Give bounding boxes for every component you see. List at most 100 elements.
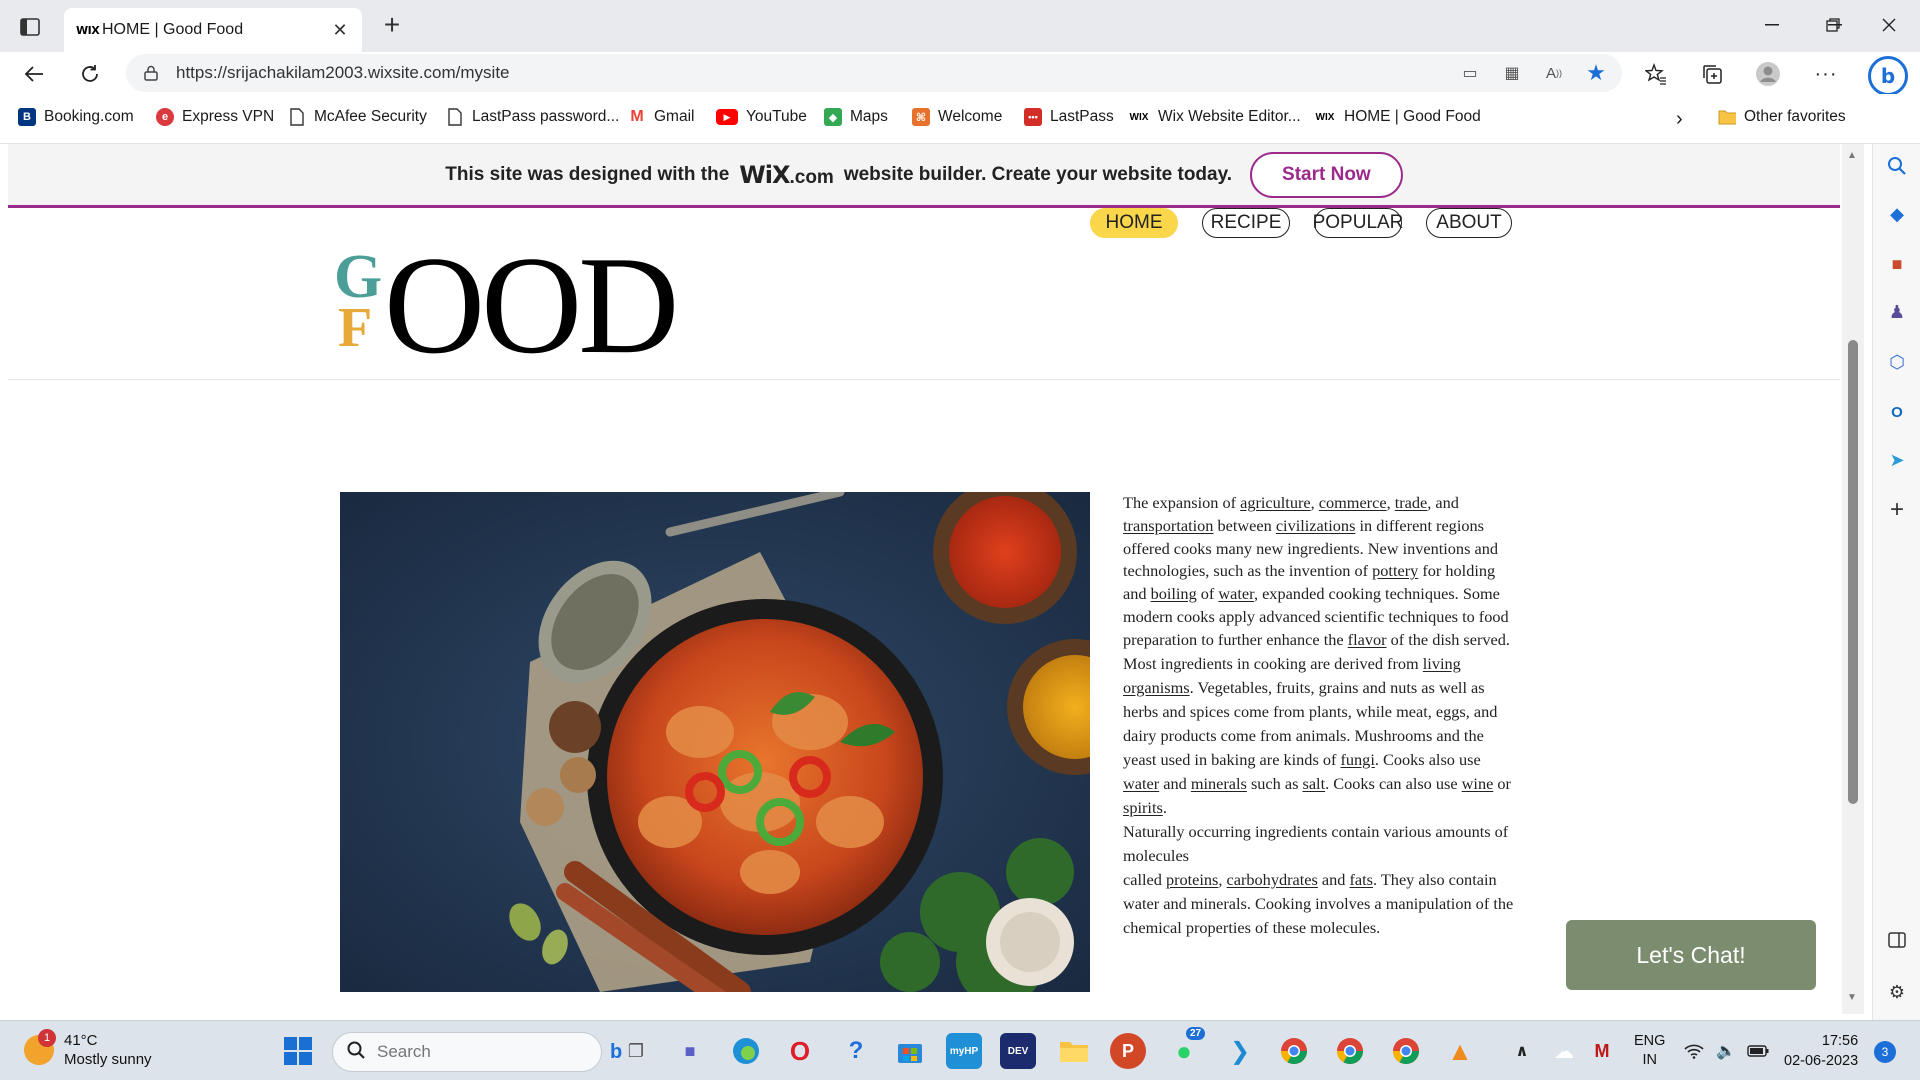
link-pottery[interactable]: pottery <box>1372 561 1418 580</box>
link-fungi[interactable]: fungi <box>1340 750 1374 769</box>
link-spirits[interactable]: spirits <box>1123 798 1163 817</box>
dev-home-icon[interactable]: DEV <box>1000 1033 1036 1069</box>
outlook-icon[interactable]: O <box>1885 400 1909 424</box>
microsoft-store-icon[interactable] <box>892 1033 928 1069</box>
link-trade[interactable]: trade <box>1395 493 1428 512</box>
url-input[interactable] <box>176 63 1458 83</box>
favorite-good-food[interactable]: WIX HOME | Good Food <box>1314 108 1481 126</box>
refresh-icon[interactable] <box>74 58 106 90</box>
favorite-booking[interactable]: B Booking.com <box>18 108 134 126</box>
show-hidden-icons-chevron-icon[interactable]: ∧ <box>1504 1033 1540 1069</box>
vscode-icon[interactable]: ❯ <box>1222 1033 1258 1069</box>
link-water[interactable]: water <box>1218 584 1254 603</box>
page-scrollbar[interactable]: ▲ ▼ <box>1842 144 1864 1014</box>
close-tab-icon[interactable]: ✕ <box>330 20 350 40</box>
new-tab-icon[interactable]: + <box>378 11 406 40</box>
link-flavor[interactable]: flavor <box>1348 630 1387 649</box>
favorite-star-icon[interactable]: ★ <box>1584 60 1608 85</box>
link-civilizations[interactable]: civilizations <box>1276 516 1356 535</box>
close-window-icon[interactable] <box>1872 10 1906 40</box>
notification-count-badge[interactable]: 3 <box>1874 1041 1896 1063</box>
browser-tab-active[interactable]: WIX HOME | Good Food ✕ <box>64 8 362 52</box>
collections-icon[interactable] <box>1696 58 1728 90</box>
link-transportation[interactable]: transportation <box>1123 516 1213 535</box>
favorite-lastpass-password[interactable]: LastPass password... <box>446 108 619 126</box>
taskbar-search[interactable]: b <box>332 1032 622 1072</box>
nav-popular[interactable]: POPULAR <box>1313 208 1403 238</box>
link-minerals[interactable]: minerals <box>1191 774 1247 793</box>
bing-copilot-icon[interactable]: b <box>1868 56 1908 96</box>
search-icon[interactable] <box>1885 154 1909 178</box>
weather-widget[interactable]: 1 41°C Mostly sunny <box>24 1029 152 1069</box>
microsoft-365-icon[interactable]: ⬡ <box>1885 350 1909 374</box>
favorite-wix-editor[interactable]: WIX Wix Website Editor... <box>1128 108 1301 126</box>
nav-about[interactable]: ABOUT <box>1426 208 1512 238</box>
lets-chat-button[interactable]: Let's Chat! <box>1566 920 1816 990</box>
windows-start-icon[interactable] <box>280 1033 316 1069</box>
qr-code-icon[interactable]: ▦ <box>1500 61 1524 85</box>
scroll-down-icon[interactable]: ▼ <box>1847 992 1857 1003</box>
get-help-icon[interactable]: ? <box>838 1033 874 1069</box>
onedrive-icon[interactable]: ☁ <box>1546 1033 1582 1069</box>
link-agriculture[interactable]: agriculture <box>1240 493 1311 512</box>
address-bar[interactable]: ▭ ▦ A)) ★ <box>126 54 1622 92</box>
scroll-thumb[interactable] <box>1848 340 1858 804</box>
tab-actions-icon[interactable] <box>16 14 44 40</box>
lock-icon[interactable] <box>126 65 176 81</box>
link-salt[interactable]: salt <box>1303 774 1326 793</box>
scroll-up-icon[interactable]: ▲ <box>1847 150 1857 161</box>
other-favorites-folder[interactable]: Other favorites <box>1718 108 1846 126</box>
favorite-lastpass[interactable]: ••• LastPass <box>1024 108 1114 126</box>
good-food-logo[interactable]: G F OOD <box>326 236 716 376</box>
profile-avatar[interactable] <box>1752 58 1784 90</box>
vlc-icon[interactable]: ▲ <box>1442 1033 1478 1069</box>
link-commerce[interactable]: commerce <box>1319 493 1387 512</box>
hide-sidebar-icon[interactable] <box>1885 928 1909 952</box>
shopping-tag-icon[interactable]: ◆ <box>1885 202 1909 226</box>
favorite-youtube[interactable]: ▶ YouTube <box>716 108 807 126</box>
link-living-organisms[interactable]: living organisms <box>1123 654 1461 697</box>
link-proteins[interactable]: proteins <box>1166 870 1218 889</box>
games-icon[interactable]: ♟ <box>1885 300 1909 324</box>
favorite-maps[interactable]: ◆ Maps <box>824 108 888 126</box>
link-wine[interactable]: wine <box>1462 774 1494 793</box>
favorite-expressvpn[interactable]: e Express VPN <box>156 108 274 126</box>
start-now-button[interactable]: Start Now <box>1250 151 1403 198</box>
chrome-profile-c-icon[interactable] <box>1388 1033 1424 1069</box>
favorite-welcome[interactable]: ⌘ Welcome <box>912 108 1002 126</box>
whatsapp-icon[interactable]: ● 27 <box>1166 1027 1206 1069</box>
drop-send-icon[interactable]: ➤ <box>1885 448 1909 472</box>
read-aloud-icon[interactable]: A)) <box>1542 61 1566 85</box>
link-carbohydrates[interactable]: carbohydrates <box>1227 870 1318 889</box>
file-explorer-icon[interactable] <box>1056 1033 1092 1069</box>
edge-browser-icon[interactable] <box>728 1033 764 1069</box>
chrome-profile-a-icon[interactable] <box>1276 1033 1312 1069</box>
back-icon[interactable] <box>18 58 50 90</box>
link-fats[interactable]: fats <box>1350 870 1374 889</box>
restore-window-icon[interactable] <box>1816 10 1850 40</box>
taskbar-search-input[interactable] <box>377 1042 598 1062</box>
favorite-mcafee[interactable]: McAfee Security <box>288 108 427 126</box>
link-boiling[interactable]: boiling <box>1151 584 1197 603</box>
input-language[interactable]: ENG IN <box>1634 1021 1665 1080</box>
minimize-window-icon[interactable] <box>1755 10 1789 40</box>
more-options-icon[interactable]: ··· <box>1810 58 1842 90</box>
favorites-overflow-chevron-icon[interactable]: › <box>1676 108 1683 131</box>
favorites-icon[interactable] <box>1640 58 1672 90</box>
mcafee-icon[interactable]: M <box>1584 1033 1620 1069</box>
teams-chat-icon[interactable]: ■ <box>672 1033 708 1069</box>
chrome-profile-b-icon[interactable] <box>1332 1033 1368 1069</box>
powerpoint-icon[interactable]: P <box>1110 1033 1146 1069</box>
volume-icon[interactable]: 🔈 <box>1708 1033 1744 1069</box>
link-water-2[interactable]: water <box>1123 774 1159 793</box>
app-available-icon[interactable]: ▭ <box>1458 61 1482 85</box>
nav-recipe[interactable]: RECIPE <box>1202 208 1290 238</box>
wifi-icon[interactable] <box>1676 1033 1712 1069</box>
task-view-icon[interactable]: ❐ <box>618 1033 654 1069</box>
favorite-gmail[interactable]: M Gmail <box>628 108 694 126</box>
myhp-icon[interactable]: myHP <box>946 1033 982 1069</box>
nav-home[interactable]: HOME <box>1090 208 1178 238</box>
opera-icon[interactable]: O <box>782 1033 818 1069</box>
add-sidebar-app-icon[interactable]: + <box>1885 496 1909 523</box>
settings-gear-icon[interactable]: ⚙ <box>1885 980 1909 1004</box>
